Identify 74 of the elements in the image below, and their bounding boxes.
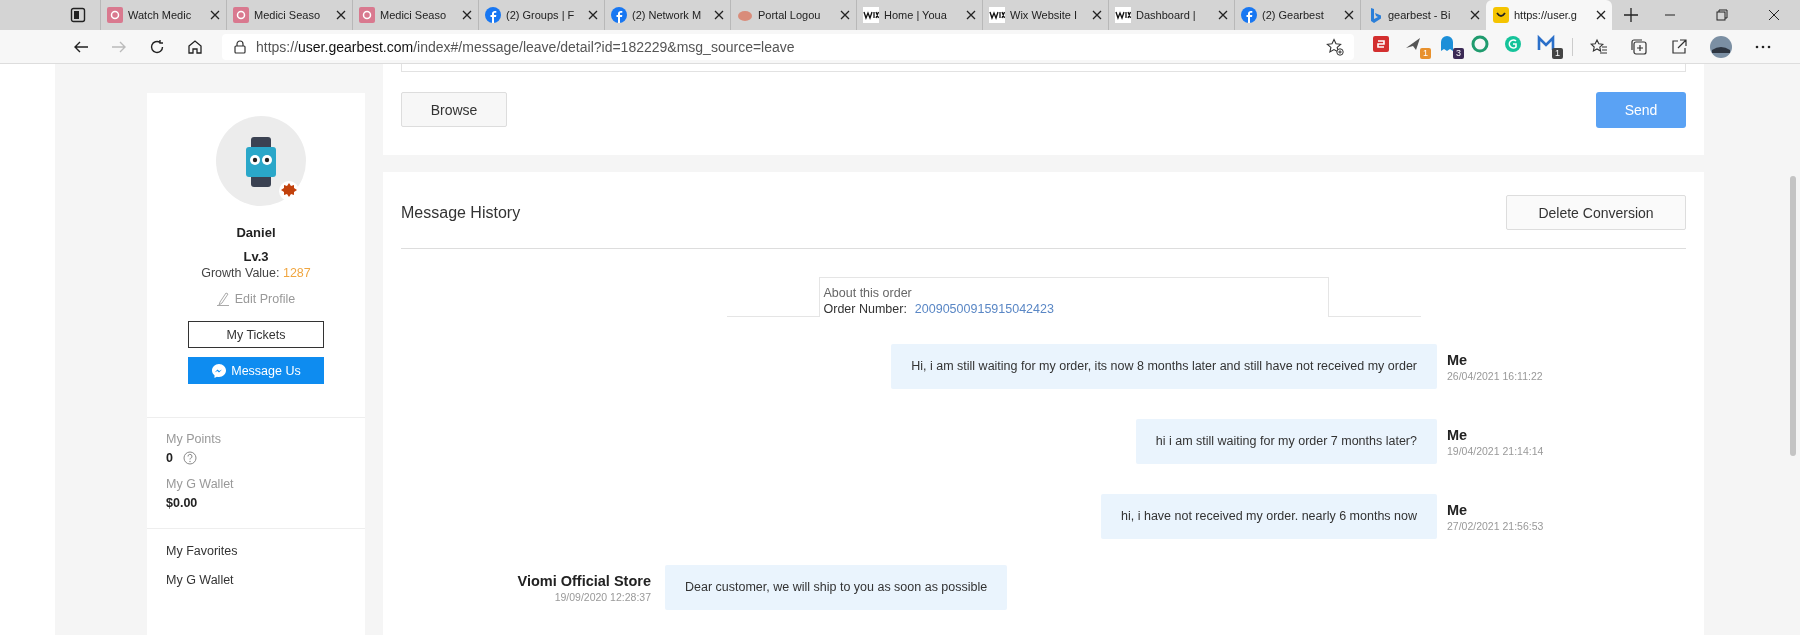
restore-icon[interactable]: [1716, 9, 1728, 21]
close-tab-icon[interactable]: [1218, 10, 1228, 20]
share-icon[interactable]: [1670, 37, 1688, 56]
close-tab-icon[interactable]: [966, 10, 976, 20]
profile-avatar-icon[interactable]: [1710, 35, 1732, 58]
close-icon[interactable]: [1768, 9, 1780, 21]
stat-label: My Points: [166, 432, 222, 446]
favicon-icon: [863, 7, 879, 23]
help-icon[interactable]: [182, 451, 197, 465]
favicon-icon: [485, 7, 501, 23]
favicon-icon: [359, 7, 375, 23]
stat-label: My G Wallet: [166, 477, 235, 491]
message-bubble: hi, i have not received my order. nearly 6 months now: [1101, 494, 1437, 539]
browse-button[interactable]: Browse: [401, 92, 507, 127]
messenger-icon: [211, 362, 228, 379]
order-number-link[interactable]: 20090500915915042423: [914, 301, 1054, 317]
growth-value: 1287: [282, 266, 311, 280]
message-time: 19/04/2021 21:14:14: [1447, 444, 1545, 457]
favicon-icon: [107, 7, 123, 23]
collections-icon[interactable]: [1630, 37, 1648, 56]
new-tab-icon[interactable]: [1624, 8, 1638, 22]
favicon-icon: [1115, 7, 1131, 23]
message-bubble: Dear customer, we will ship to you as soon as possible: [665, 565, 1008, 610]
close-tab-icon[interactable]: [1596, 10, 1606, 20]
favicon-icon: [611, 7, 627, 23]
message-time: 26/04/2021 16:11:22: [1447, 369, 1544, 382]
pen-icon: [216, 292, 229, 306]
section-title: Message History: [401, 203, 521, 222]
my-tickets-button[interactable]: My Tickets: [188, 321, 324, 348]
message-bubble: hi i am still waiting for my order 7 months later?: [1135, 419, 1437, 464]
favicon-icon: [1241, 7, 1257, 23]
close-tab-icon[interactable]: [588, 10, 598, 20]
close-tab-icon[interactable]: [336, 10, 346, 20]
lock-icon: [234, 39, 246, 54]
sender-name: Me: [1447, 426, 1469, 443]
close-tab-icon[interactable]: [1470, 10, 1480, 20]
favorites-icon[interactable]: [1590, 37, 1608, 56]
favicon-icon: [233, 7, 249, 23]
refresh-icon[interactable]: [149, 38, 165, 55]
close-tab-icon[interactable]: [1344, 10, 1354, 20]
close-tab-icon[interactable]: [462, 10, 472, 20]
sender-name: Viomi Official Store: [516, 572, 651, 589]
message-input[interactable]: [401, 64, 1686, 72]
message-time: 27/02/2021 21:56:53: [1447, 519, 1545, 532]
sender-name: Me: [1447, 501, 1469, 518]
close-tab-icon[interactable]: [1092, 10, 1102, 20]
stat-value: $0.00: [166, 496, 198, 510]
favicon-icon: [1493, 7, 1509, 23]
sidebar-link[interactable]: My Favorites: [166, 539, 365, 568]
order-number-label: Order Number:: [823, 301, 907, 317]
message-bubble: Hi, i am still waiting for my order, its now 8 months later and still have not received my order: [891, 344, 1437, 389]
home-icon[interactable]: [187, 38, 203, 55]
stat-value: 0: [166, 451, 173, 465]
user-level: Lv.3: [243, 249, 269, 264]
favicon-icon: [989, 7, 1005, 23]
tab-actions-icon[interactable]: [70, 7, 86, 23]
user-name: Daniel: [236, 225, 276, 240]
extension-badge: 3: [1453, 48, 1464, 59]
delete-conversation-button[interactable]: Delete Conversion: [1506, 195, 1686, 230]
close-tab-icon[interactable]: [210, 10, 220, 20]
address-bar[interactable]: https://user.gearbest.com/index#/message/leave/detail?id=182229&msg_source=leave: [222, 33, 1354, 60]
order-heading: About this order: [823, 285, 913, 301]
favorite-add-icon[interactable]: [1326, 37, 1344, 56]
sender-name: Me: [1447, 351, 1469, 368]
message-time: 19/09/2020 12:28:37: [553, 590, 651, 603]
browser-tab[interactable]: https://user.g: [1486, 0, 1612, 30]
extension-badge: 1: [1552, 48, 1563, 59]
growth-label: Growth Value:: [201, 266, 280, 280]
close-tab-icon[interactable]: [840, 10, 850, 20]
extension-badge: 1: [1420, 48, 1431, 59]
close-tab-icon[interactable]: [714, 10, 724, 20]
scrollbar-thumb[interactable]: [1790, 176, 1796, 456]
sidebar-link[interactable]: My G Wallet: [166, 568, 365, 597]
url-text: https://user.gearbest.com/index#/message/leave/detail?id=182229&msg_source=leave: [256, 38, 795, 55]
